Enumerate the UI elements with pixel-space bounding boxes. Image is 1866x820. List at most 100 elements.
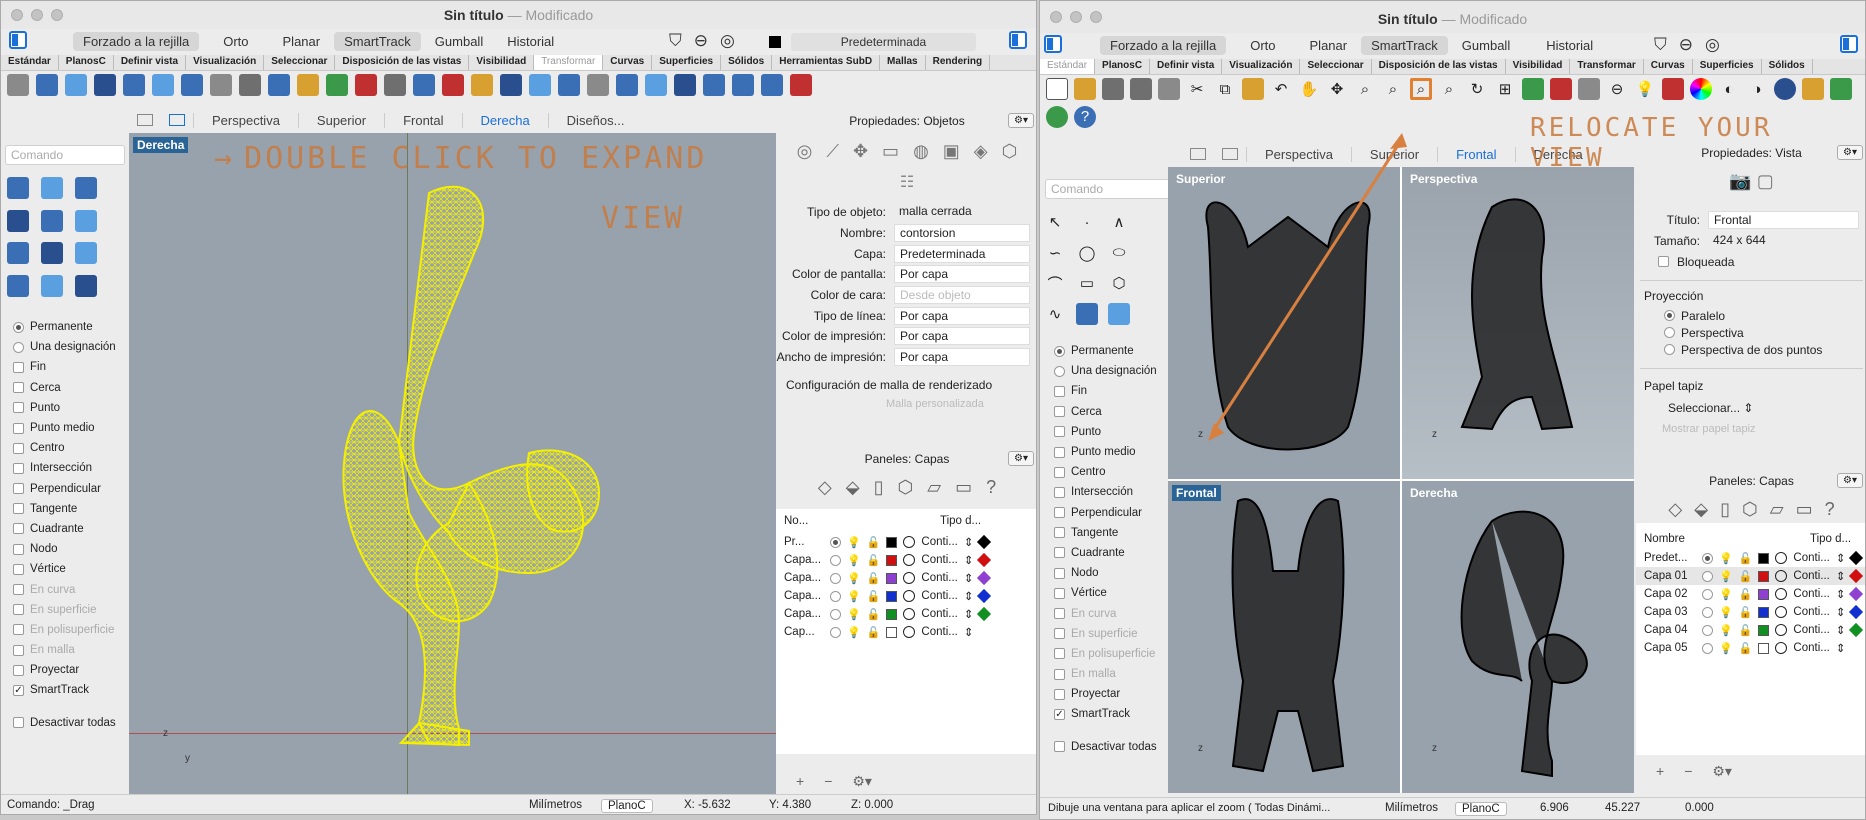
sidebar-toggle-icon[interactable] — [9, 31, 27, 49]
osnap-item[interactable]: Cerca — [13, 378, 117, 398]
linetype-dropdown-icon[interactable]: ⇕ — [1836, 623, 1846, 637]
toolbar-tab[interactable]: Visualización — [1222, 59, 1301, 74]
toolbar-tab[interactable]: Curvas — [603, 55, 653, 70]
material-icon[interactable] — [1662, 78, 1684, 100]
panel-toggle-icon[interactable] — [1840, 35, 1858, 53]
display-icon[interactable]: ▭ — [955, 477, 972, 498]
layout-icon[interactable]: ▱ — [1770, 499, 1784, 520]
smash-icon[interactable] — [529, 74, 551, 96]
align-icon[interactable] — [442, 74, 464, 96]
polygon-icon[interactable]: ⬡ — [1108, 272, 1130, 294]
car-icon[interactable] — [1550, 78, 1572, 100]
cplane-select[interactable]: PlanoC — [1455, 802, 1507, 816]
layer-color-swatch[interactable] — [1758, 570, 1770, 582]
osnap-checkbox[interactable] — [1054, 608, 1065, 620]
layer-color-swatch[interactable] — [1758, 588, 1770, 600]
toolbar-tab[interactable]: Herramientas SubD — [772, 55, 881, 70]
rotate-view-icon[interactable]: ↻ — [1466, 78, 1488, 100]
ortho-toggle[interactable]: Orto — [213, 32, 258, 51]
surface-corner-icon[interactable] — [75, 177, 97, 199]
layer-row[interactable]: Capa... 💡 🔓 Conti... ⇕ — [776, 605, 1036, 623]
toolbar-tab[interactable]: Estándar — [1040, 59, 1096, 74]
lightbulb-icon[interactable]: 💡 — [1719, 642, 1733, 655]
disable-all-osnaps[interactable]: Desactivar todas — [1054, 737, 1168, 757]
material-icon[interactable]: ◎ — [797, 141, 813, 162]
zoom-extents-icon[interactable]: ⌕ — [1382, 78, 1404, 100]
curve-icon[interactable]: ∽ — [1044, 242, 1066, 264]
viewport-frontal[interactable]: Frontal z — [1168, 481, 1400, 793]
osnap-checkbox[interactable] — [1054, 446, 1065, 458]
osnap-checkbox[interactable] — [1054, 406, 1065, 418]
osnap-item[interactable]: Proyectar — [13, 660, 117, 680]
layer-linetype[interactable]: Conti... — [921, 626, 957, 638]
current-layer-radio[interactable] — [1702, 606, 1713, 618]
zoom-selected-icon[interactable]: ⌕ — [1438, 78, 1460, 100]
property-value[interactable]: Por capa — [894, 265, 1030, 284]
layer-linetype[interactable]: Conti... — [921, 590, 957, 602]
layer-states-icon[interactable]: ⬙ — [1694, 499, 1708, 520]
filter-icon[interactable]: ⛉ — [669, 31, 682, 51]
layer-row[interactable]: Cap... 💡 🔓 Conti... ⇕ — [776, 623, 1036, 641]
planar-toggle[interactable]: Planar — [1300, 36, 1358, 55]
layers-icon[interactable]: ◇ — [1668, 499, 1682, 520]
sphere-map-icon[interactable]: ◍ — [913, 141, 929, 162]
single-layout-icon[interactable] — [169, 114, 185, 126]
lock-icon[interactable]: 🔓 — [1739, 624, 1753, 637]
viewport-tab[interactable]: Superior — [297, 112, 384, 128]
layer-row[interactable]: Capa... 💡 🔓 Conti... ⇕ — [776, 569, 1036, 587]
layer-linetype[interactable]: Conti... — [1793, 552, 1829, 564]
sidebar-toggle-icon[interactable] — [1044, 35, 1062, 53]
select-icon[interactable] — [1578, 78, 1600, 100]
grid-array-icon[interactable] — [384, 74, 406, 96]
linetype-dropdown-icon[interactable]: ⇕ — [964, 625, 974, 639]
current-layer-radio[interactable] — [830, 554, 841, 566]
print-color-icon[interactable] — [1849, 622, 1864, 638]
ortho-toggle[interactable]: Orto — [1240, 36, 1285, 55]
layer-row[interactable]: Pr... 💡 🔓 Conti... ⇕ — [776, 533, 1036, 551]
osnap-item[interactable]: Punto — [13, 398, 117, 418]
viewport-tab[interactable]: Perspectiva — [193, 112, 298, 128]
units-label[interactable]: Milímetros — [529, 799, 582, 811]
add-layer-button[interactable]: + — [1656, 763, 1664, 783]
current-layer-radio[interactable] — [830, 536, 841, 548]
filter-icon[interactable]: ⛉ — [1654, 35, 1667, 55]
hide-icon[interactable]: ⊖ — [1606, 78, 1628, 100]
target-icon[interactable]: ◎ — [720, 31, 735, 51]
osnap-item[interactable]: En curva — [13, 579, 117, 599]
layer-row[interactable]: Capa 05 💡 🔓 Conti... ⇕ — [1636, 639, 1865, 657]
select-arrow-icon[interactable]: ↖ — [1044, 211, 1066, 233]
osnap-checkbox[interactable] — [13, 584, 24, 596]
pan-hand-icon[interactable]: ✋ — [1298, 78, 1320, 100]
toolbar-tab[interactable]: PlanosC — [1095, 59, 1151, 74]
osnap-mode-option[interactable]: Permanente — [13, 317, 117, 337]
thickness-icon[interactable]: ◈ — [974, 141, 988, 162]
lock-icon[interactable]: 🔓 — [1739, 606, 1753, 619]
box-edit-icon[interactable] — [616, 74, 638, 96]
toolbar-tab[interactable]: Visibilidad — [1506, 59, 1571, 74]
material-ring-icon[interactable] — [1775, 552, 1788, 564]
viewport-tab[interactable]: Frontal — [1437, 146, 1514, 162]
stretch-icon[interactable] — [587, 74, 609, 96]
new-file-icon[interactable] — [1046, 78, 1068, 100]
lightbulb-icon[interactable]: 💡 — [1719, 606, 1733, 619]
print-color-icon[interactable] — [1849, 550, 1864, 566]
target-icon[interactable]: ◎ — [1705, 35, 1720, 55]
osnap-checkbox[interactable] — [13, 422, 24, 434]
linetype-dropdown-icon[interactable]: ⇕ — [1836, 551, 1846, 565]
osnap-item[interactable]: En curva — [1054, 603, 1168, 623]
flow-icon[interactable] — [355, 74, 377, 96]
wave-icon[interactable] — [703, 74, 725, 96]
material-ring-icon[interactable] — [903, 554, 916, 566]
array-icon[interactable] — [152, 74, 174, 96]
mesh-box-icon[interactable] — [75, 274, 97, 297]
projection-option[interactable]: Perspectiva — [1664, 324, 1865, 341]
osnap-item[interactable]: En superficie — [13, 600, 117, 620]
scale-icon[interactable] — [94, 74, 116, 96]
history-toggle[interactable]: Historial — [497, 32, 564, 51]
layer-color-swatch[interactable] — [886, 590, 898, 602]
lock-icon[interactable]: 🔓 — [867, 590, 881, 603]
material-ring-icon[interactable] — [1775, 642, 1788, 654]
toolbar-tab[interactable]: Transformar — [1570, 59, 1644, 74]
block-icon[interactable]: ⬡ — [898, 477, 914, 498]
layer-color-swatch[interactable] — [1758, 642, 1770, 654]
